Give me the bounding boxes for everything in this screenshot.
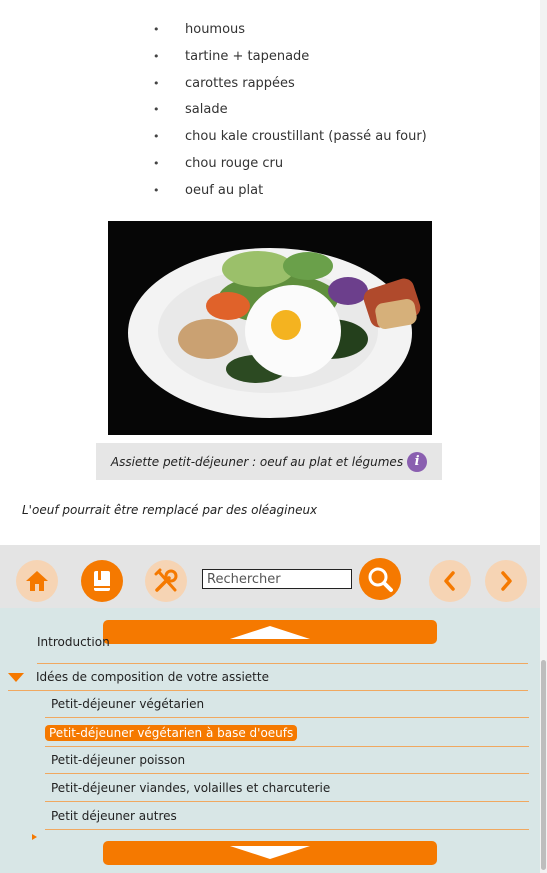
breakfast-plate-photo[interactable]: [108, 221, 432, 435]
toc-item-label: Petit-déjeuner viandes, volailles et cha…: [51, 781, 331, 795]
article-content: houmous tartine + tapenade carottes rapp…: [0, 0, 540, 545]
search-input[interactable]: [202, 569, 352, 589]
table-of-contents: Introduction Idées de composition de vot…: [0, 608, 540, 873]
previous-page-button[interactable]: [429, 560, 471, 602]
toc-item-introduction[interactable]: Introduction: [37, 637, 528, 664]
list-item: chou rouge cru: [150, 152, 427, 179]
toc-item[interactable]: Petit-déjeuner viandes, volailles et cha…: [45, 775, 529, 802]
list-item: oeuf au plat: [150, 179, 427, 206]
list-item: houmous: [150, 18, 427, 45]
arrow-down-icon: [230, 846, 310, 859]
scrollbar-thumb[interactable]: [541, 660, 546, 870]
toc-item[interactable]: Petit-déjeuner poisson: [45, 747, 529, 774]
caption-text: Assiette petit-déjeuner : oeuf au plat e…: [110, 454, 404, 469]
list-item: tartine + tapenade: [150, 45, 427, 72]
toc-item-active[interactable]: Petit-déjeuner végétarien à base d'oeufs: [45, 720, 529, 747]
chevron-right-icon: [501, 571, 512, 591]
toc-item[interactable]: Petit déjeuner autres: [45, 803, 529, 830]
note-text: L'oeuf pourrait être remplacé par des ol…: [22, 503, 318, 517]
list-item: chou kale croustillant (passé au four): [150, 125, 427, 152]
page-scrollbar[interactable]: [540, 0, 547, 873]
list-item: carottes rappées: [150, 72, 427, 99]
search-icon: [368, 567, 393, 592]
next-page-button[interactable]: [485, 560, 527, 602]
ingredient-list: houmous tartine + tapenade carottes rapp…: [150, 18, 427, 206]
toc-item-label: Petit-déjeuner végétarien à base d'oeufs: [45, 725, 298, 741]
plate-illustration: [108, 221, 432, 435]
bottom-toolbar: [0, 545, 540, 608]
toc-item-label: Introduction: [37, 637, 110, 649]
info-icon[interactable]: i: [407, 451, 428, 472]
list-item: salade: [150, 98, 427, 125]
tools-button[interactable]: [145, 560, 187, 602]
search-button[interactable]: [359, 558, 401, 600]
toc-scroll-down-button[interactable]: [103, 841, 437, 865]
tools-icon: [154, 568, 178, 592]
toc-section-composition[interactable]: Idées de composition de votre assiette: [8, 664, 528, 691]
toc-button[interactable]: [81, 560, 123, 602]
home-icon: [26, 571, 48, 591]
toc-item-label: Petit-déjeuner poisson: [51, 753, 186, 767]
book-icon: [94, 571, 110, 591]
expanded-triangle-icon: [8, 673, 24, 682]
toc-section-label: Idées de composition de votre assiette: [36, 670, 269, 684]
collapsed-triangle-icon: [32, 834, 37, 840]
toc-item[interactable]: Petit-déjeuner végétarien: [45, 691, 529, 718]
toc-item-label: Petit déjeuner autres: [51, 809, 177, 823]
toc-item-label: Petit-déjeuner végétarien: [51, 697, 205, 711]
home-button[interactable]: [16, 560, 58, 602]
chevron-left-icon: [444, 571, 455, 591]
figure-caption: Assiette petit-déjeuner : oeuf au plat e…: [96, 443, 442, 480]
